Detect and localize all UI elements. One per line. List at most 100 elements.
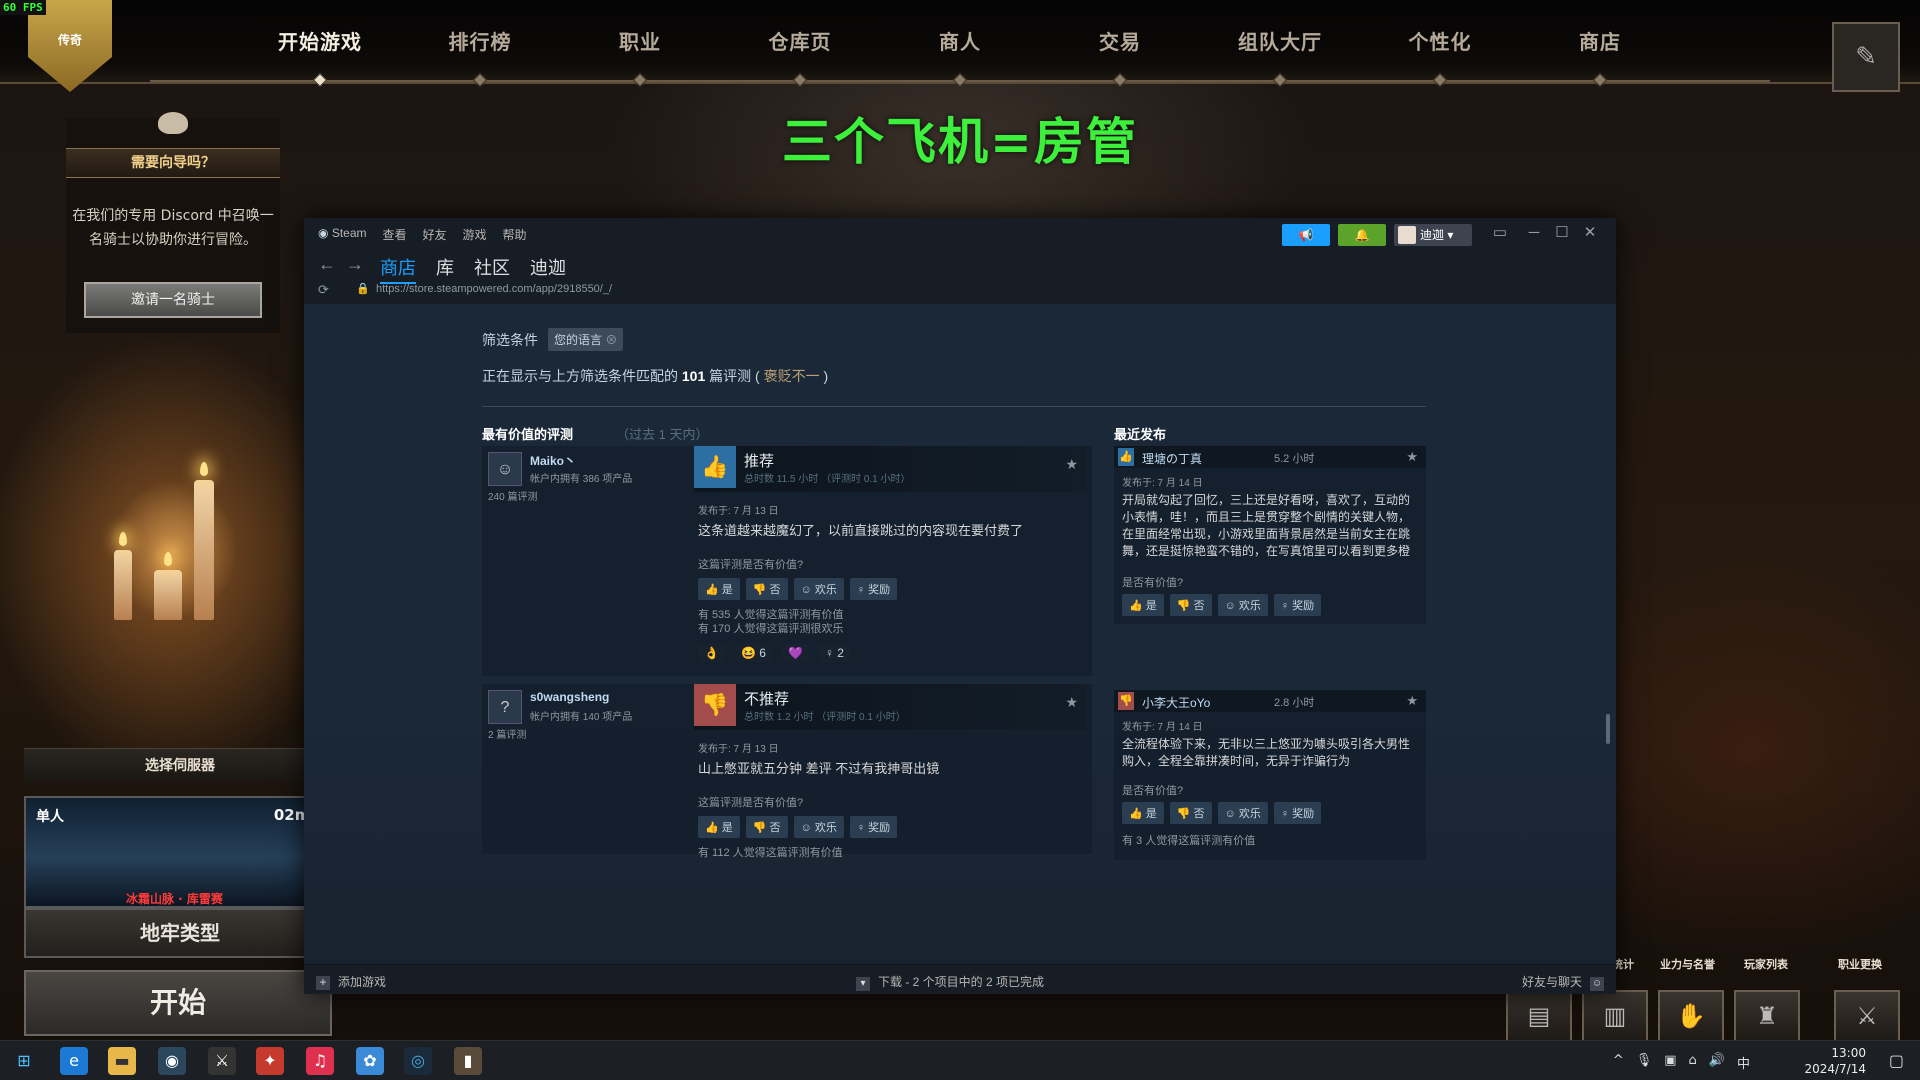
found-helpful: 有 112 人觉得这篇评测有价值 — [698, 847, 843, 859]
app-icon[interactable]: ▮ — [454, 1047, 482, 1075]
reload-icon[interactable]: ⟳ — [318, 282, 329, 298]
thumbs-icon[interactable]: ✋ — [1658, 990, 1724, 1042]
award-button[interactable]: ♀ 奖励 — [1273, 594, 1322, 616]
award-icon[interactable]: ★ — [1065, 456, 1078, 473]
notification-icon[interactable]: ▢ — [1889, 1051, 1904, 1070]
scrollbar[interactable] — [1606, 714, 1610, 744]
maximize-icon[interactable]: ☐ — [1550, 222, 1574, 244]
edge-browser-icon[interactable]: e — [60, 1047, 88, 1075]
chevron-up-icon[interactable]: ^ — [1613, 1053, 1624, 1072]
menu-friends[interactable]: 好友 — [423, 226, 447, 243]
minimize-icon[interactable]: ─ — [1522, 222, 1546, 244]
clock[interactable]: 13:00 2024/7/14 — [1804, 1045, 1866, 1077]
vote-yes-button[interactable]: 👍 是 — [1122, 802, 1164, 824]
vote-no-button[interactable]: 👎 否 — [745, 578, 788, 600]
steam-icon[interactable]: ◉ — [158, 1047, 186, 1075]
network-icon[interactable]: ⌂ — [1689, 1053, 1697, 1072]
vote-funny-button[interactable]: ☺ 欢乐 — [1217, 802, 1268, 824]
vote-no-button[interactable]: 👎 否 — [1169, 802, 1212, 824]
downloads-status[interactable]: 下载 - 2 个项目中的 2 项已完成 — [856, 973, 1044, 991]
display-icon[interactable]: ▣ — [1664, 1053, 1676, 1072]
reaction-heart-icon[interactable]: 💜 — [781, 644, 809, 662]
stream-overlay-title: 三个飞机=房管 — [782, 113, 1138, 171]
nav-stash[interactable]: 仓库页 — [769, 26, 832, 55]
nav-party-lobby[interactable]: 组队大厅 — [1238, 26, 1322, 55]
volume-icon[interactable]: 🔊 — [1709, 1053, 1725, 1072]
avatar[interactable]: ? — [488, 690, 522, 724]
menu-games[interactable]: 游戏 — [463, 226, 487, 243]
reviewer-review-count[interactable]: 240 篇评测 — [488, 488, 537, 503]
vote-yes-button[interactable]: 👍 是 — [698, 816, 740, 838]
reviewer-name[interactable]: Maiko丶 — [530, 452, 576, 469]
friends-chat-button[interactable]: 好友与聊天 — [1522, 973, 1604, 991]
flashlight-icon[interactable]: ✎ — [1832, 22, 1900, 92]
reaction-award[interactable]: ♀ 2 — [818, 644, 850, 662]
nav-class[interactable]: 职业 — [619, 26, 661, 55]
app-icon[interactable]: ✿ — [356, 1047, 384, 1075]
vote-funny-button[interactable]: ☺ 欢乐 — [793, 816, 844, 838]
nav-customize[interactable]: 个性化 — [1409, 26, 1472, 55]
menu-view[interactable]: 查看 — [383, 226, 407, 243]
nav-play[interactable]: 开始游戏 — [278, 26, 362, 55]
microphone-icon[interactable]: 🎙 — [1636, 1053, 1653, 1072]
vote-no-button[interactable]: 👎 否 — [745, 816, 788, 838]
dungeon-type-selector[interactable]: 地牢类型 — [24, 908, 336, 958]
recent-heading: 最近发布 — [1114, 427, 1167, 442]
reviewer-name[interactable]: 小李大王oYo — [1142, 694, 1210, 711]
book-icon[interactable]: ▤ — [1506, 990, 1572, 1042]
netease-music-icon[interactable]: ♫ — [306, 1047, 334, 1075]
award-button[interactable]: ♀ 奖励 — [1273, 802, 1322, 824]
player-list-icon[interactable]: ♜ — [1734, 990, 1800, 1042]
game-app-icon[interactable]: ⚔ — [208, 1047, 236, 1075]
reaction-face[interactable]: 😆 6 — [734, 644, 772, 662]
user-menu-button[interactable]: 迪迦 ▾ — [1394, 224, 1472, 246]
player-list-label: 玩家列表 — [1744, 958, 1788, 971]
menu-steam[interactable]: Steam — [318, 226, 367, 243]
award-icon[interactable]: ★ — [1065, 694, 1078, 711]
url-bar[interactable]: https://store.steampowered.com/app/29185… — [376, 283, 612, 295]
vote-yes-button[interactable]: 👍 是 — [1122, 594, 1164, 616]
award-button[interactable]: ♀ 奖励 — [849, 816, 898, 838]
menu-help[interactable]: 帮助 — [503, 226, 527, 243]
invite-knight-button[interactable]: 邀请一名骑士 — [84, 282, 262, 318]
start-button[interactable]: 开始 — [24, 970, 332, 1036]
vote-funny-button[interactable]: ☺ 欢乐 — [1217, 594, 1268, 616]
big-picture-icon[interactable]: ▭ — [1488, 222, 1512, 244]
ime-indicator[interactable]: 中 — [1737, 1053, 1750, 1072]
file-explorer-icon[interactable]: ▬ — [108, 1047, 136, 1075]
reviewer-name[interactable]: s0wangsheng — [530, 690, 609, 704]
award-icon[interactable]: ★ — [1406, 693, 1418, 709]
back-forward-icons[interactable]: ←→ — [318, 254, 374, 275]
reaction-hand-icon[interactable]: 👌 — [698, 644, 725, 662]
award-button[interactable]: ♀ 奖励 — [849, 578, 898, 600]
tab-profile[interactable]: 迪迦 — [530, 254, 566, 280]
reviewer-review-count[interactable]: 2 篇评测 — [488, 726, 526, 741]
nav-leaderboard[interactable]: 排行榜 — [449, 26, 512, 55]
tab-community[interactable]: 社区 — [474, 254, 510, 280]
nav-shop[interactable]: 商店 — [1579, 26, 1621, 55]
class-change-icon[interactable]: ⚔ — [1834, 990, 1900, 1042]
summary-rating[interactable]: 褒贬不一 — [764, 368, 820, 384]
windows-start-icon[interactable]: ⊞ — [10, 1047, 38, 1075]
bell-icon[interactable]: 🔔 — [1338, 224, 1386, 246]
nav-merchants[interactable]: 商人 — [939, 26, 981, 55]
tab-library[interactable]: 库 — [436, 254, 454, 280]
app-icon[interactable]: ◎ — [404, 1047, 432, 1075]
megaphone-icon[interactable]: 📢 — [1282, 224, 1330, 246]
vote-no-button[interactable]: 👎 否 — [1169, 594, 1212, 616]
close-icon[interactable]: ✕ — [1578, 222, 1602, 244]
award-icon[interactable]: ★ — [1406, 449, 1418, 465]
vote-funny-button[interactable]: ☺ 欢乐 — [793, 578, 844, 600]
reviewer-name[interactable]: 理塘の丁真 — [1142, 450, 1202, 467]
vote-yes-button[interactable]: 👍 是 — [698, 578, 740, 600]
tab-store[interactable]: 商店 — [380, 254, 416, 284]
review-text: 山上憋亚就五分钟 差评 不过有我抻哥出镜 — [698, 761, 940, 776]
avatar[interactable]: ☺ — [488, 452, 522, 486]
app-icon[interactable]: ✦ — [256, 1047, 284, 1075]
add-game-button[interactable]: 添加游戏 — [316, 973, 386, 990]
language-filter-chip[interactable]: 您的语言 — [548, 328, 624, 351]
stats-chart-icon[interactable]: ▥ — [1582, 990, 1648, 1042]
nav-trade[interactable]: 交易 — [1099, 26, 1141, 55]
dungeon-mode-card[interactable]: 单人 02m 5 冰霜山脉 · 库雷赛 — [24, 796, 336, 908]
select-server-button[interactable]: 选择伺服器 — [24, 748, 336, 782]
